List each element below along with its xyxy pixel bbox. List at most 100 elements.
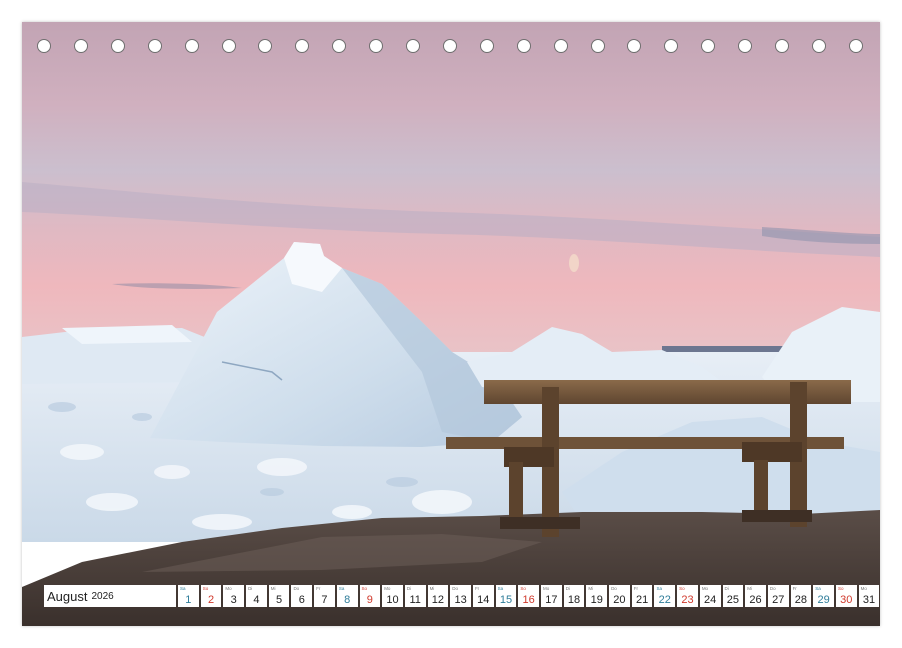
- day-number: 28: [794, 594, 808, 606]
- day-cell: Di 11: [404, 585, 426, 607]
- binding-hole: [37, 39, 51, 53]
- weekday-label: Di: [565, 586, 570, 591]
- day-cell: Mi 26: [745, 585, 766, 607]
- day-number: 5: [276, 594, 283, 606]
- day-cell: Di 25: [722, 585, 744, 607]
- binding-hole: [73, 39, 88, 53]
- weekday-label: Sa: [497, 586, 504, 591]
- calendar-page: August 2026 Sa 1 So 2 Mo 3 Di 4 Mi 5 Do 6 Fr 7 Sa 8 So 9 M…: [22, 22, 880, 626]
- binding-hole: [627, 39, 642, 53]
- day-cell: Sa 15: [495, 585, 517, 607]
- iceberg-bench-photo: [22, 22, 880, 626]
- day-number: 10: [386, 594, 399, 606]
- day-cell: So 30: [835, 585, 857, 607]
- binding-hole: [332, 39, 347, 53]
- day-cell: Mi 5: [268, 585, 290, 607]
- weekday-label: So: [679, 586, 685, 591]
- day-number: 16: [522, 594, 535, 606]
- day-cell: Fr 28: [790, 585, 812, 607]
- day-cell: Mo 3: [223, 585, 245, 607]
- weekday-label: Sa: [656, 586, 662, 591]
- weekday-label: Fr: [316, 586, 321, 591]
- weekday-label: Fr: [792, 586, 797, 591]
- weekday-label: So: [837, 586, 844, 591]
- weekday-label: Sa: [338, 586, 345, 591]
- day-cell: Fr 21: [631, 585, 653, 607]
- month-year: 2026: [91, 590, 114, 602]
- binding-hole: [590, 39, 605, 53]
- binding-hole: [258, 39, 273, 53]
- weekday-label: Mi: [747, 586, 752, 591]
- day-number: 31: [862, 594, 876, 606]
- weekday-label: So: [202, 586, 209, 591]
- weekday-label: Do: [611, 586, 617, 591]
- day-number: 13: [454, 594, 467, 606]
- day-cell: Mi 19: [586, 585, 608, 607]
- binding-hole: [147, 39, 162, 53]
- binding-hole: [701, 39, 716, 53]
- binding-hole: [664, 39, 679, 53]
- calendar-bar: August 2026 Sa 1 So 2 Mo 3 Di 4 Mi 5 Do 6 Fr 7 Sa 8 So 9 M…: [44, 585, 880, 607]
- day-number: 21: [635, 594, 649, 606]
- day-cell: Mo 24: [699, 585, 721, 607]
- day-number: 12: [431, 594, 445, 606]
- day-number: 20: [613, 594, 626, 606]
- weekday-label: Do: [769, 586, 776, 591]
- day-number: 3: [230, 594, 237, 606]
- weekday-label: So: [361, 586, 368, 591]
- day-cell: Do 13: [450, 585, 471, 607]
- day-number: 24: [704, 594, 717, 606]
- day-number: 8: [344, 594, 351, 606]
- weekday-label: Fr: [633, 586, 638, 591]
- binding-holes: [22, 22, 880, 62]
- binding-hole: [406, 39, 420, 53]
- day-number: 4: [253, 594, 260, 606]
- month-label: August 2026: [44, 585, 176, 607]
- weekday-label: So: [520, 586, 526, 591]
- binding-hole: [295, 39, 310, 53]
- day-cell: Mo 31: [858, 585, 880, 607]
- weekday-label: Di: [406, 586, 412, 591]
- day-number: 29: [817, 594, 830, 606]
- weekday-label: Di: [724, 586, 729, 591]
- weekday-label: Do: [452, 586, 459, 591]
- month-name: August: [47, 588, 88, 604]
- weekday-label: Di: [248, 586, 253, 591]
- day-cell: Sa 22: [654, 585, 676, 607]
- day-cell: Di 18: [563, 585, 585, 607]
- binding-hole: [516, 39, 531, 53]
- weekday-label: Mi: [270, 586, 276, 591]
- day-cell: Fr 14: [472, 585, 494, 607]
- weekday-label: Sa: [180, 586, 186, 591]
- day-cell: Do 20: [609, 585, 630, 607]
- day-number: 6: [298, 594, 305, 606]
- weekday-label: Mo: [860, 586, 867, 591]
- weekday-label: Mi: [429, 586, 435, 591]
- day-cell: Sa 1: [178, 585, 199, 607]
- binding-hole: [110, 39, 125, 53]
- day-number: 7: [321, 594, 328, 606]
- day-number: 15: [499, 594, 513, 606]
- weekday-label: Sa: [815, 586, 821, 591]
- weekday-label: Mo: [543, 586, 550, 591]
- day-number: 23: [681, 594, 694, 606]
- day-cell: Mi 12: [427, 585, 449, 607]
- day-number: 14: [477, 594, 490, 606]
- day-number: 19: [590, 594, 603, 606]
- binding-hole: [479, 39, 494, 53]
- day-number: 25: [726, 594, 739, 606]
- day-cell: Mo 10: [382, 585, 403, 607]
- day-number: 18: [567, 594, 581, 606]
- day-number: 2: [207, 594, 215, 606]
- weekday-label: Mo: [384, 586, 391, 591]
- day-number: 27: [772, 594, 785, 606]
- binding-hole: [811, 39, 826, 53]
- day-number: 30: [840, 594, 853, 606]
- weekday-label: Mi: [588, 586, 594, 591]
- binding-hole: [553, 39, 568, 53]
- day-cell: Do 27: [767, 585, 789, 607]
- day-cell: So 9: [359, 585, 381, 607]
- day-number: 26: [749, 594, 762, 606]
- day-cell: Fr 7: [314, 585, 335, 607]
- binding-hole: [221, 39, 236, 53]
